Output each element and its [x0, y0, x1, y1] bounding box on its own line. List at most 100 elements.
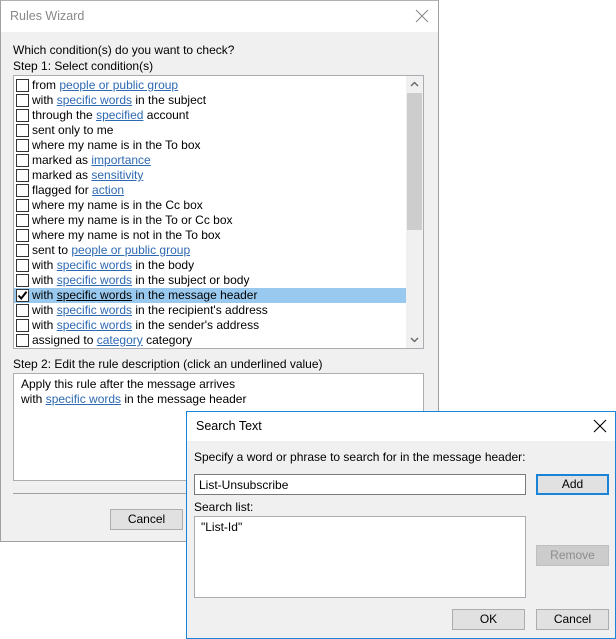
condition-text: in the subject or body: [132, 273, 250, 287]
conditions-list[interactable]: from people or public group with specific…: [13, 75, 424, 349]
condition-checkbox[interactable]: [16, 214, 29, 227]
condition-item[interactable]: with specific words in the message heade…: [14, 288, 406, 303]
condition-text: flagged for: [32, 183, 93, 197]
condition-item[interactable]: with specific words in the recipient's a…: [14, 303, 406, 318]
condition-link[interactable]: specific words: [57, 318, 132, 332]
search-list-item[interactable]: "List-Id": [201, 520, 519, 534]
condition-text: marked as: [32, 168, 92, 182]
condition-item[interactable]: marked as sensitivity: [14, 168, 406, 183]
condition-checkbox[interactable]: [16, 154, 29, 167]
search-text-dialog: Search Text Specify a word or phrase to …: [186, 411, 616, 639]
condition-checkbox[interactable]: [16, 259, 29, 272]
rules-cancel-button[interactable]: Cancel: [110, 509, 183, 530]
condition-checkbox[interactable]: [16, 184, 29, 197]
condition-item[interactable]: flagged for action: [14, 183, 406, 198]
condition-text: with: [32, 318, 57, 332]
conditions-question: Which condition(s) do you want to check?: [13, 43, 235, 57]
specific-words-link[interactable]: specific words: [46, 392, 121, 406]
condition-text: in the subject: [132, 93, 207, 107]
condition-text: with: [32, 288, 57, 302]
condition-text: sent only to me: [32, 123, 114, 137]
condition-text: marked as: [32, 153, 92, 167]
condition-checkbox[interactable]: [16, 109, 29, 122]
condition-checkbox[interactable]: [16, 199, 29, 212]
search-text-title: Search Text: [196, 419, 262, 433]
add-button[interactable]: Add: [536, 474, 609, 495]
condition-link[interactable]: specific words: [57, 303, 132, 317]
condition-checkbox[interactable]: [16, 169, 29, 182]
description-text: in the message header: [121, 392, 247, 406]
close-icon[interactable]: [592, 418, 610, 436]
search-list[interactable]: "List-Id": [194, 516, 526, 598]
condition-link[interactable]: specific words: [57, 288, 132, 302]
search-text-titlebar[interactable]: Search Text: [187, 412, 615, 441]
scrollbar-thumb[interactable]: [407, 93, 422, 230]
condition-link[interactable]: specific words: [57, 93, 132, 107]
step1-label: Step 1: Select condition(s): [13, 59, 154, 73]
condition-item[interactable]: assigned to category category: [14, 333, 406, 348]
conditions-scrollbar[interactable]: [406, 76, 423, 348]
condition-text: where my name is in the Cc box: [32, 198, 203, 212]
condition-checkbox[interactable]: [16, 124, 29, 137]
description-text: with: [21, 392, 46, 406]
condition-item[interactable]: where my name is in the Cc box: [14, 198, 406, 213]
condition-item[interactable]: marked as importance: [14, 153, 406, 168]
remove-button[interactable]: Remove: [536, 545, 609, 566]
condition-item[interactable]: sent only to me: [14, 123, 406, 138]
search-prompt: Specify a word or phrase to search for i…: [194, 450, 526, 464]
condition-link[interactable]: specified: [96, 108, 143, 122]
condition-checkbox[interactable]: [16, 229, 29, 242]
condition-item[interactable]: from people or public group: [14, 78, 406, 93]
scroll-down-icon[interactable]: [406, 331, 423, 348]
condition-text: in the recipient's address: [132, 303, 268, 317]
rules-wizard-title: Rules Wizard: [10, 9, 85, 23]
condition-text: through the: [32, 108, 97, 122]
search-cancel-button[interactable]: Cancel: [536, 609, 609, 630]
condition-checkbox[interactable]: [16, 274, 29, 287]
condition-link[interactable]: people or public group: [71, 243, 190, 257]
condition-checkbox[interactable]: [16, 79, 29, 92]
condition-checkbox[interactable]: [16, 319, 29, 332]
condition-link[interactable]: people or public group: [59, 78, 178, 92]
condition-text: in the body: [132, 258, 195, 272]
condition-link[interactable]: action: [92, 183, 124, 197]
condition-text: in the message header: [132, 288, 258, 302]
ok-button[interactable]: OK: [452, 609, 525, 630]
condition-item[interactable]: where my name is in the To or Cc box: [14, 213, 406, 228]
condition-text: assigned to: [32, 333, 97, 347]
condition-link[interactable]: sensitivity: [91, 168, 143, 182]
condition-text: with: [32, 258, 57, 272]
condition-link[interactable]: category: [97, 333, 143, 347]
close-icon[interactable]: [414, 8, 432, 26]
search-word-input[interactable]: [194, 474, 526, 495]
condition-link[interactable]: importance: [91, 153, 150, 167]
condition-text: with: [32, 273, 57, 287]
condition-item[interactable]: with specific words in the body: [14, 258, 406, 273]
condition-checkbox[interactable]: [16, 244, 29, 257]
condition-text: account: [143, 108, 189, 122]
description-line-1: Apply this rule after the message arrive…: [21, 377, 236, 391]
condition-checkbox[interactable]: [16, 304, 29, 317]
condition-item[interactable]: through the specified account: [14, 108, 406, 123]
condition-checkbox[interactable]: [16, 94, 29, 107]
scroll-up-icon[interactable]: [406, 76, 423, 93]
condition-text: where my name is in the To or Cc box: [32, 213, 233, 227]
condition-checkbox[interactable]: [16, 289, 29, 302]
search-list-label: Search list:: [194, 500, 254, 514]
condition-item[interactable]: where my name is not in the To box: [14, 228, 406, 243]
condition-text: where my name is in the To box: [32, 138, 201, 152]
condition-item[interactable]: with specific words in the sender's addr…: [14, 318, 406, 333]
condition-item[interactable]: where my name is in the To box: [14, 138, 406, 153]
condition-text: in the sender's address: [132, 318, 260, 332]
condition-checkbox[interactable]: [16, 139, 29, 152]
condition-text: with: [32, 303, 57, 317]
condition-item[interactable]: with specific words in the subject: [14, 93, 406, 108]
condition-item[interactable]: sent to people or public group: [14, 243, 406, 258]
condition-text: where my name is not in the To box: [32, 228, 221, 242]
condition-item[interactable]: with specific words in the subject or bo…: [14, 273, 406, 288]
checkmark-icon: [17, 291, 28, 301]
condition-link[interactable]: specific words: [57, 273, 132, 287]
condition-checkbox[interactable]: [16, 334, 29, 347]
condition-link[interactable]: specific words: [57, 258, 132, 272]
rules-wizard-titlebar[interactable]: Rules Wizard: [1, 1, 438, 32]
